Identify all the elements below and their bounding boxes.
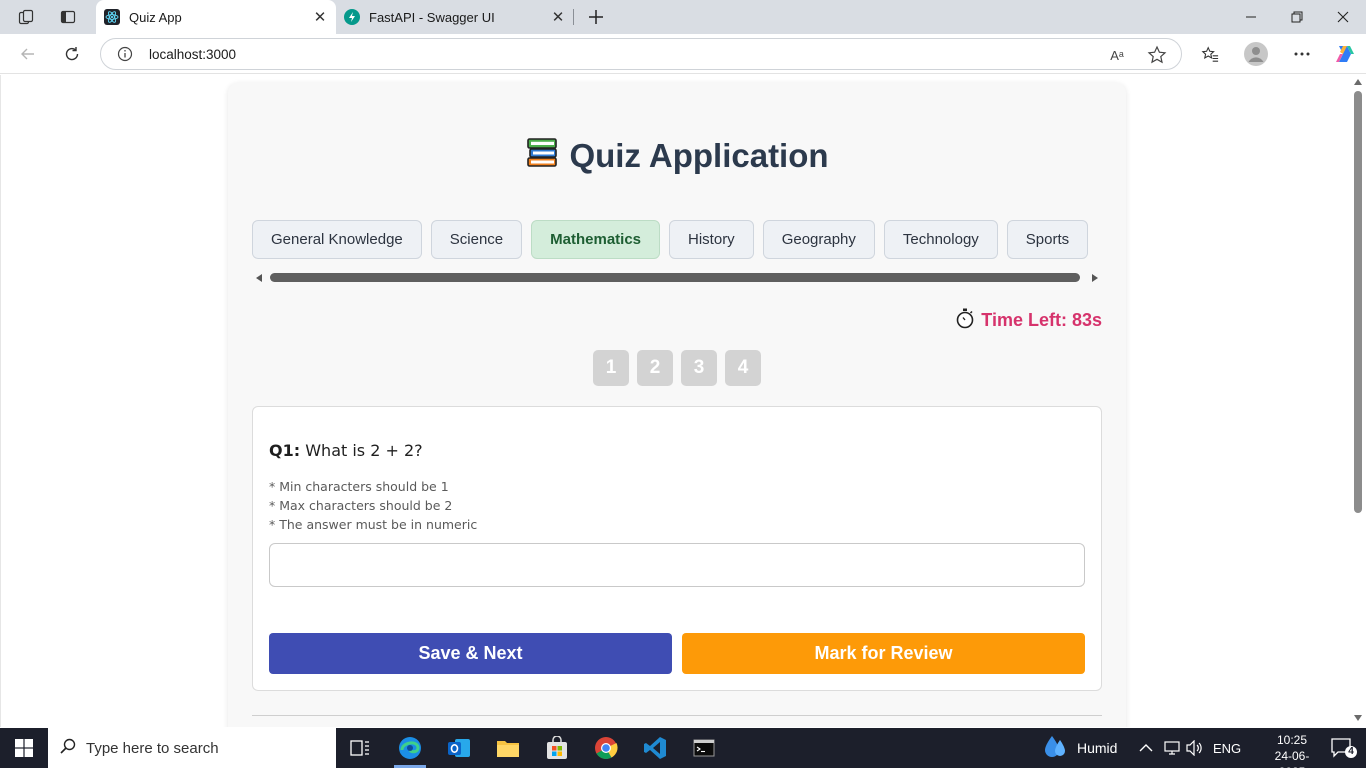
task-view-icon[interactable] [336,728,384,768]
question-navigator: 1 2 3 4 [228,350,1126,386]
volume-icon[interactable] [1186,728,1204,768]
taskbar-search-box[interactable]: Type here to search [48,728,336,768]
workspaces-icon[interactable] [11,3,41,31]
edge-icon[interactable] [386,728,434,768]
mark-review-button[interactable]: Mark for Review [682,633,1085,674]
scroll-up-arrow-icon[interactable] [1354,79,1362,85]
taskbar-clock[interactable]: 10:25 24-06-2025 [1262,732,1322,768]
category-history[interactable]: History [669,220,754,259]
books-icon [525,135,559,177]
tab-separator [573,9,574,25]
close-tab-icon[interactable]: ✕ [308,5,332,29]
page-title: Quiz Application [228,135,1126,177]
browser-toolbar: localhost:3000 Aᵃ [0,34,1366,74]
tab-actions-icon[interactable] [53,3,83,31]
close-window-icon[interactable] [1320,0,1366,34]
url-text: localhost:3000 [149,47,237,62]
clock-date: 24-06-2025 [1274,749,1310,768]
category-mathematics[interactable]: Mathematics [531,220,661,259]
quiz-card: Quiz Application General Knowledge Scienc… [228,83,1126,727]
question-number-button[interactable]: 3 [681,350,717,386]
timer: Time Left: 83s [955,307,1102,334]
tab-title: Quiz App [129,9,182,25]
question-number-button[interactable]: 4 [725,350,761,386]
question-text: Q1: What is 2 + 2? [269,441,423,460]
tab-fastapi[interactable]: FastAPI - Swagger UI ✕ [336,0,574,34]
weather-widget[interactable]: Humid [1043,728,1117,768]
site-info-icon[interactable] [117,46,133,62]
answer-rules: * Min characters should be 1 * Max chara… [269,477,477,534]
weather-text: Humid [1077,740,1118,756]
category-technology[interactable]: Technology [883,220,998,259]
notification-center-icon[interactable]: 4 [1330,736,1358,760]
category-science[interactable]: Science [430,220,523,259]
search-icon [60,738,76,759]
timer-text: Time Left: 83s [981,310,1102,330]
favorite-star-icon[interactable] [1147,45,1167,65]
category-tabs: General Knowledge Science Mathematics Histo… [252,220,1102,260]
terminal-icon[interactable] [680,728,728,768]
chrome-icon[interactable] [582,728,630,768]
tab-quiz-app[interactable]: Quiz App ✕ [96,0,336,34]
rule-item: * The answer must be in numeric [269,517,478,532]
page-scrollbar[interactable] [1350,75,1366,727]
microsoft-store-icon[interactable] [533,728,581,768]
scroll-left-arrow-icon[interactable] [256,274,262,282]
tab-title: FastAPI - Swagger UI [369,9,495,25]
app-title-text: Quiz Application [569,137,829,174]
search-placeholder: Type here to search [86,739,219,757]
clock-time: 10:25 [1276,733,1308,747]
fastapi-icon [344,9,360,25]
close-tab-icon[interactable]: ✕ [546,5,570,29]
question-number-button[interactable]: 1 [593,350,629,386]
more-options-icon[interactable] [1287,39,1317,69]
page-viewport: Quiz Application General Knowledge Scienc… [0,75,1366,727]
read-aloud-icon[interactable]: Aᵃ [1107,45,1127,65]
file-explorer-icon[interactable] [484,728,532,768]
new-tab-icon[interactable] [582,3,610,31]
react-icon [104,9,120,25]
language-indicator[interactable]: ENG [1213,728,1241,768]
rule-item: * Max characters should be 2 [269,498,453,513]
answer-input[interactable] [269,543,1085,587]
water-drop-icon [1043,734,1069,763]
category-sports[interactable]: Sports [1006,220,1089,259]
category-geography[interactable]: Geography [762,220,875,259]
minimize-icon[interactable] [1228,0,1274,34]
profile-avatar-icon[interactable] [1241,39,1271,69]
show-hidden-icons[interactable] [1139,728,1153,768]
stopwatch-icon [955,307,975,334]
question-number-button[interactable]: 2 [637,350,673,386]
taskbar: Type here to search Humid ENG 10:25 24-0… [0,728,1366,768]
outlook-icon[interactable] [435,728,483,768]
restore-icon[interactable] [1274,0,1320,34]
scroll-down-arrow-icon[interactable] [1354,715,1362,721]
notification-count-badge: 4 [1348,746,1354,757]
question-body: What is 2 + 2? [305,441,423,460]
scroll-right-arrow-icon[interactable] [1092,274,1098,282]
refresh-icon[interactable] [57,39,87,69]
scrollbar-thumb[interactable] [1354,91,1362,513]
network-icon[interactable] [1162,728,1182,768]
category-general-knowledge[interactable]: General Knowledge [252,220,422,259]
windows-start-icon[interactable] [0,728,48,768]
category-scrollbar[interactable] [252,272,1102,284]
question-panel: Q1: What is 2 + 2? * Min characters shou… [252,406,1102,691]
scrollbar-thumb[interactable] [270,273,1080,282]
favorites-icon[interactable] [1195,39,1225,69]
vscode-icon[interactable] [631,728,679,768]
address-bar[interactable]: localhost:3000 Aᵃ [100,38,1182,70]
browser-tab-strip: Quiz App ✕ FastAPI - Swagger UI ✕ [0,0,1366,34]
copilot-icon[interactable] [1329,39,1359,69]
save-next-button[interactable]: Save & Next [269,633,672,674]
rule-item: * Min characters should be 1 [269,479,449,494]
divider [252,715,1102,716]
back-icon[interactable] [13,39,43,69]
question-prefix: Q1: [269,441,301,460]
